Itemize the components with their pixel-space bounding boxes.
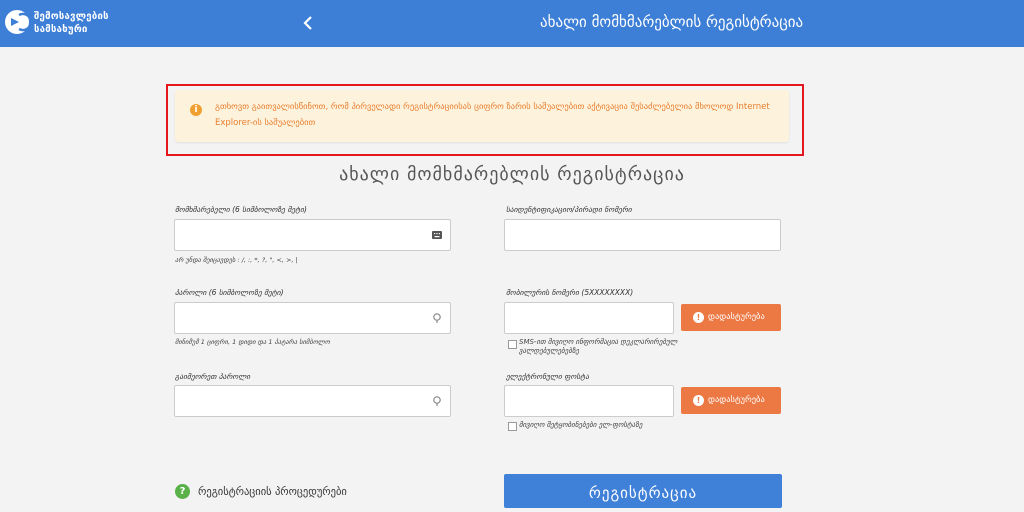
id-number-label: საიდენტიფიკაციო/პირადი ნომერი	[506, 205, 632, 214]
email-checkbox[interactable]	[508, 422, 517, 431]
confirm-mobile-button[interactable]: ! დადასტურება	[681, 304, 781, 331]
username-label: მომხმარებელი (6 სიმბოლოზე მეტი)	[175, 205, 307, 214]
keyboard-icon	[432, 231, 442, 239]
notice-box: i გთხოვთ გაითვალისწინოთ, რომ პირველადი რ…	[175, 90, 789, 142]
mobile-label: მობილურის ნომერი (5XXXXXXXX)	[506, 288, 634, 297]
sms-checkbox-label: SMS-ით მივიღო ინფორმაცია დეკლარირებულ ვა…	[519, 338, 678, 355]
repeat-password-label: გაიმეორეთ პაროლი	[175, 372, 251, 381]
mobile-input[interactable]	[504, 302, 674, 334]
confirm-mobile-label: დადასტურება	[708, 312, 765, 322]
sms-checkbox[interactable]	[508, 340, 517, 349]
top-bar: შემოსავლების სამსახური ახალი მომხმარებლი…	[0, 0, 1024, 47]
info-icon: i	[190, 104, 202, 116]
question-icon[interactable]: ?	[175, 484, 190, 499]
register-button[interactable]: რეგისტრაცია	[504, 474, 782, 508]
registration-procedures-link[interactable]: რეგისტრაციის პროცედურები	[198, 486, 347, 498]
key-icon[interactable]	[432, 313, 442, 323]
chevron-left-icon	[303, 16, 312, 30]
password-label: პაროლი (6 სიმბოლოზე მეტი)	[175, 288, 284, 297]
key-icon[interactable]	[432, 396, 442, 406]
logo-text: შემოსავლების სამსახური	[34, 10, 109, 36]
alert-icon: !	[693, 312, 704, 323]
logo-icon	[5, 10, 30, 34]
password-input[interactable]	[174, 302, 451, 334]
email-checkbox-label: მივიღო შეტყობინებები ელ-ფოსტაზე	[519, 421, 643, 429]
id-number-input[interactable]	[504, 219, 781, 251]
confirm-email-button[interactable]: ! დადასტურება	[681, 387, 781, 414]
alert-icon: !	[693, 395, 704, 406]
back-button[interactable]	[300, 11, 316, 35]
email-input[interactable]	[504, 385, 674, 417]
header-title: ახალი მომხმარებლის რეგისტრაცია	[540, 13, 804, 31]
username-hint: არ უნდა შეიცავდეს : /, :, *, ?, ", <, >,…	[175, 256, 298, 264]
email-label: ელექტრონული ფოსტა	[506, 372, 590, 381]
logo-line-1: შემოსავლების	[34, 11, 109, 22]
repeat-password-input[interactable]	[174, 385, 451, 417]
password-hint: მინიმუმ 1 ციფრი, 1 დიდი და 1 პატარა სიმბ…	[175, 338, 330, 346]
form-title: ახალი მომხმარებლის რეგისტრაცია	[339, 164, 685, 185]
logo-line-2: სამსახური	[34, 24, 88, 35]
notice-text: გთხოვთ გაითვალისწინოთ, რომ პირველადი რეგ…	[215, 102, 770, 128]
confirm-email-label: დადასტურება	[708, 395, 765, 405]
username-input[interactable]	[174, 219, 451, 251]
